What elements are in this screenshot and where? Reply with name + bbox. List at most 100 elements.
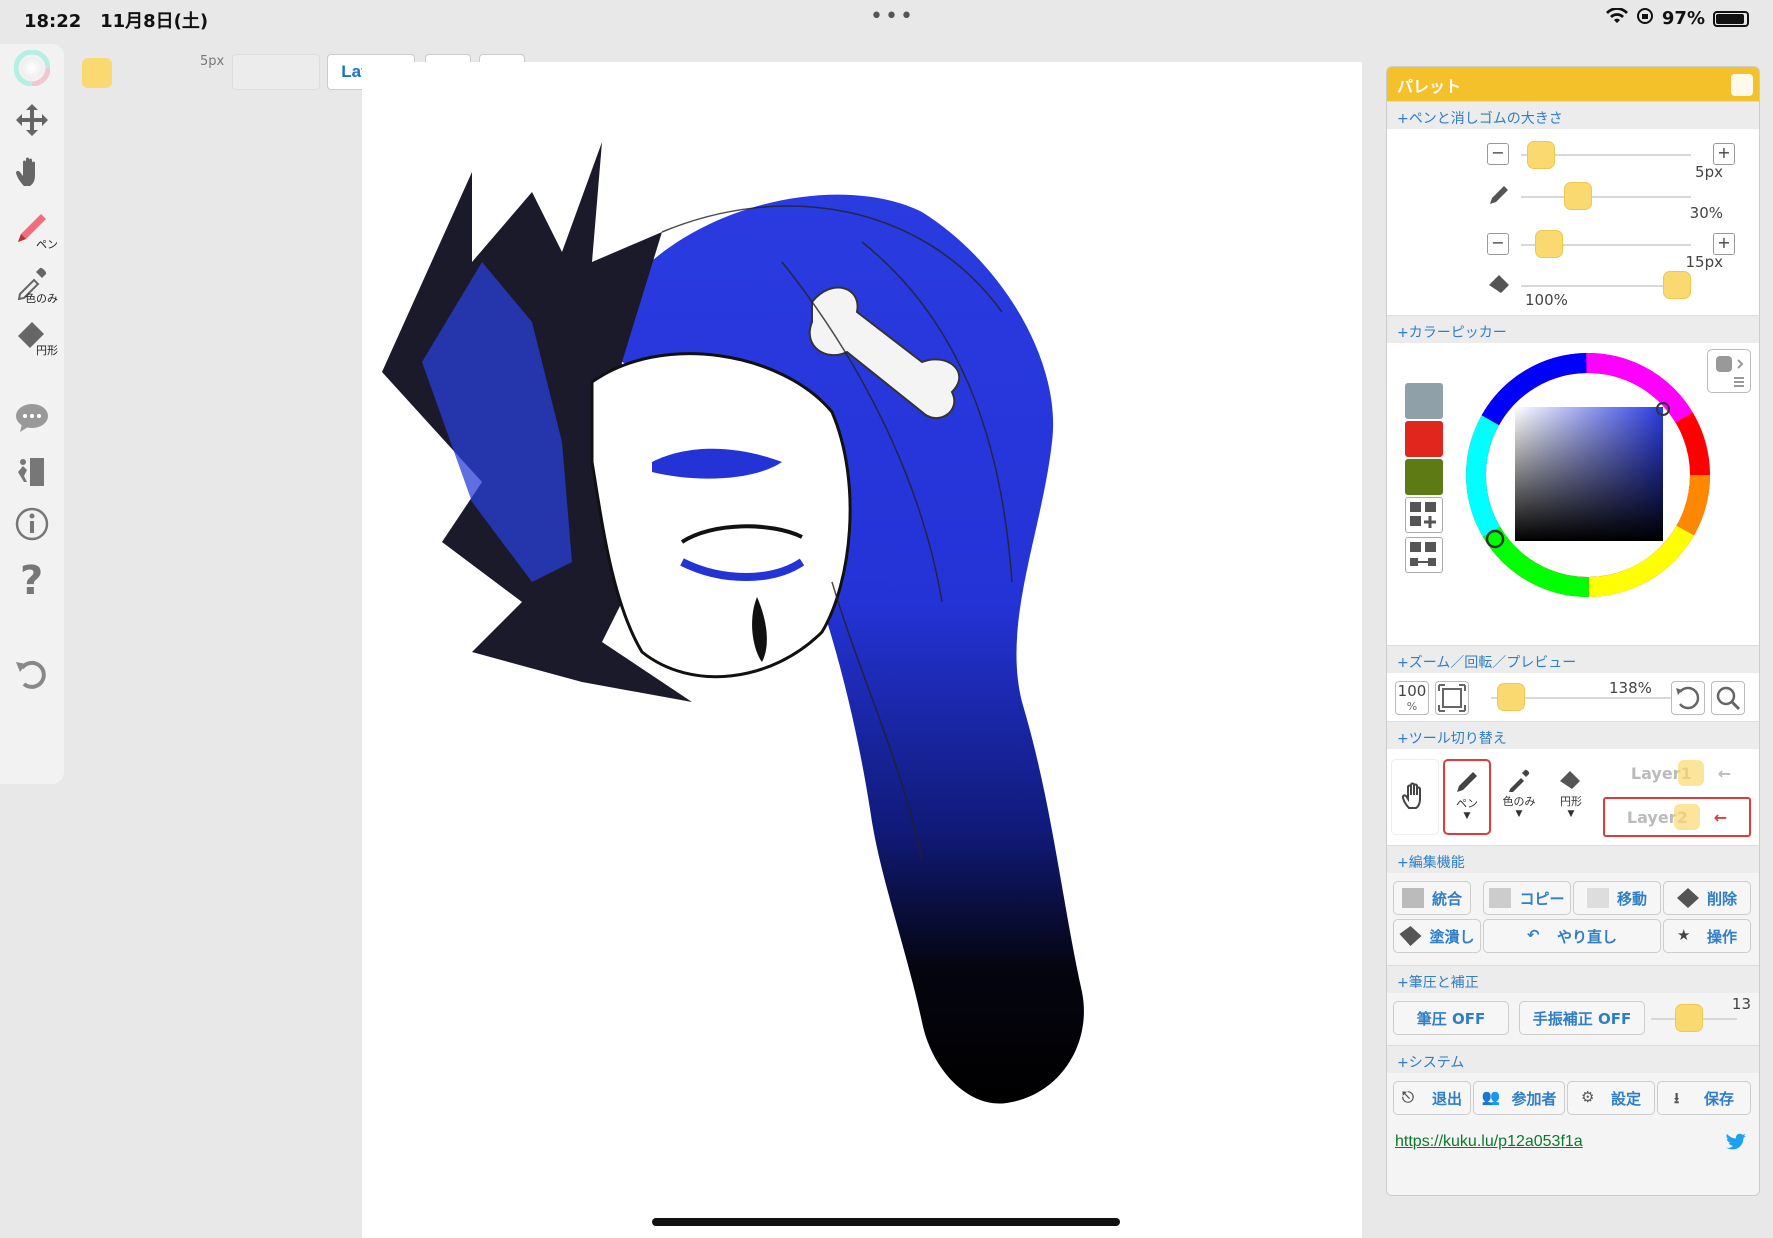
delete-icon	[1676, 888, 1699, 908]
color-swatch-olive[interactable]	[1405, 459, 1443, 495]
undo-arrow-icon: ↶	[1526, 926, 1540, 944]
twitter-icon[interactable]	[1725, 1133, 1747, 1157]
copy-button[interactable]: コピー	[1483, 881, 1571, 915]
section-color-picker[interactable]: +カラーピッカー	[1387, 315, 1759, 343]
exit-icon[interactable]	[6, 448, 58, 496]
settings-button[interactable]: ⚙ 設定	[1567, 1081, 1655, 1115]
redo-button[interactable]: ↶ やり直し	[1483, 919, 1661, 953]
status-time: 18:22 11月8日(土)	[24, 11, 209, 32]
layer-1-row[interactable]: Layer1 ←	[1607, 753, 1755, 793]
color-swatch-gray[interactable]	[1405, 383, 1443, 419]
system-section: ⎋ 退出 👥 参加者 ⚙ 設定 ⭳ 保存 https://kuku.lu/p12a053…	[1387, 1073, 1759, 1195]
status-bar: 18:22 11月8日(土) ••• 97%	[0, 0, 1773, 36]
color-mode-button[interactable]	[1707, 349, 1751, 393]
layer-2-row[interactable]: Layer2 ←	[1603, 797, 1751, 837]
hand-icon	[1401, 782, 1421, 809]
participants-icon: 👥	[1481, 1088, 1501, 1106]
pressure-toggle-button[interactable]: 筆圧 OFF	[1393, 1001, 1509, 1035]
eraser-size-value: 15px	[1685, 253, 1724, 271]
pen-opacity-value: 30%	[1689, 204, 1723, 222]
move-button[interactable]: 移動	[1573, 881, 1661, 915]
help-icon[interactable]: ?	[6, 554, 58, 602]
rotate-reset-button[interactable]	[1671, 681, 1705, 715]
magnifier-icon	[1716, 686, 1741, 711]
tool-eraser-dropdown-icon[interactable]: ▼	[1568, 809, 1575, 819]
info-icon[interactable]	[6, 500, 58, 548]
color-swatch-red[interactable]	[1405, 421, 1443, 457]
pressure-section: 筆圧 OFF 手振補正 OFF 13	[1387, 993, 1759, 1045]
section-pressure[interactable]: +筆圧と補正	[1387, 965, 1759, 993]
eraser-size-slider[interactable]	[1535, 230, 1564, 258]
multitask-dots[interactable]: •••	[870, 4, 915, 29]
tool-eraser-label: 円形	[1560, 795, 1582, 808]
eraser-size-minus-button[interactable]: −	[1487, 233, 1509, 255]
save-button[interactable]: ⭳ 保存	[1657, 1081, 1751, 1115]
edit-section: 統合 コピー 移動 削除 塗潰し ↶ やり直し ★ 操作	[1387, 873, 1759, 965]
arrow-left-icon: ←	[1713, 807, 1728, 827]
move-icon[interactable]	[6, 96, 58, 144]
color-wheel[interactable]	[1461, 343, 1715, 611]
tool-pen[interactable]: ペン ▼	[1443, 759, 1491, 835]
drawing-canvas[interactable]	[362, 62, 1362, 1238]
palette-header: パレット	[1387, 67, 1759, 101]
layer-2-swatch	[1673, 804, 1700, 830]
section-system[interactable]: +システム	[1387, 1045, 1759, 1073]
zoom-section: 100% 138%	[1387, 673, 1759, 721]
tool-pen-label: ペン	[1456, 797, 1478, 810]
dropper-tool[interactable]: 色のみ	[6, 258, 58, 306]
pen-size-minus-button[interactable]: −	[1487, 143, 1509, 165]
layer-1-swatch	[1677, 760, 1704, 786]
stabilize-slider[interactable]	[1675, 1004, 1703, 1032]
pen-size-plus-button[interactable]: +	[1713, 143, 1735, 165]
zoom-reset-button[interactable]: 100%	[1395, 681, 1429, 715]
zoom-reset-unit: %	[1406, 700, 1418, 713]
participants-button[interactable]: 👥 参加者	[1473, 1081, 1565, 1115]
arrow-left-icon: ←	[1717, 763, 1732, 783]
exit-button[interactable]: ⎋ 退出	[1393, 1081, 1471, 1115]
tool-eraser[interactable]: 円形 ▼	[1547, 759, 1595, 835]
chat-icon[interactable]	[6, 394, 58, 442]
color-wheel-icon[interactable]	[6, 44, 58, 92]
section-edit[interactable]: +編集機能	[1387, 845, 1759, 873]
hand-icon[interactable]	[6, 148, 58, 196]
eraser-size-plus-button[interactable]: +	[1713, 233, 1735, 255]
current-color-swatch[interactable]	[82, 58, 112, 88]
rotate-icon	[1676, 686, 1700, 710]
operation-button[interactable]: ★ 操作	[1663, 919, 1751, 953]
pen-tool[interactable]: ペン	[6, 204, 58, 252]
eraser-tool[interactable]: 円形	[6, 310, 58, 358]
palette-title: パレット	[1397, 77, 1462, 96]
pen-opacity-track[interactable]	[1521, 196, 1691, 198]
paint-bucket-icon	[1399, 926, 1422, 946]
pen-opacity-slider[interactable]	[1563, 182, 1592, 210]
brush-preview-box	[232, 54, 320, 90]
room-url-link[interactable]: https://kuku.lu/p12a053f1a	[1395, 1133, 1583, 1151]
add-swatch-button[interactable]	[1405, 497, 1443, 533]
move-layer-icon	[1586, 888, 1609, 908]
home-indicator[interactable]	[652, 1218, 1120, 1226]
delete-button[interactable]: 削除	[1663, 881, 1751, 915]
swap-swatch-button[interactable]	[1405, 537, 1443, 573]
pen-size-slider[interactable]	[1526, 141, 1555, 169]
section-pen-size[interactable]: +ペンと消しゴムの大きさ	[1387, 101, 1759, 129]
fill-button[interactable]: 塗潰し	[1393, 919, 1481, 953]
fit-screen-button[interactable]	[1435, 681, 1469, 715]
zoom-reset-value: 100	[1397, 682, 1427, 700]
tool-pen-dropdown-icon[interactable]: ▼	[1464, 811, 1471, 821]
palette-close-button[interactable]	[1731, 74, 1753, 96]
eraser-opacity-slider[interactable]	[1663, 271, 1691, 299]
section-zoom[interactable]: +ズーム／回転／プレビュー	[1387, 645, 1759, 673]
zoom-slider[interactable]	[1497, 683, 1525, 711]
color-mode-icon	[1716, 356, 1744, 387]
tool-dropper[interactable]: 色のみ ▼	[1495, 759, 1543, 835]
battery-percent: 97%	[1661, 8, 1705, 29]
pen-size-section: − + 5px 30% − + 15px 100%	[1387, 129, 1759, 315]
section-tool-switch[interactable]: +ツール切り替え	[1387, 721, 1759, 749]
preview-button[interactable]	[1711, 681, 1745, 715]
tool-hand[interactable]	[1391, 759, 1439, 835]
eraser-tool-label: 円形	[36, 344, 58, 357]
merge-button[interactable]: 統合	[1393, 881, 1471, 915]
stabilize-toggle-button[interactable]: 手振補正 OFF	[1519, 1001, 1645, 1035]
tool-dropper-dropdown-icon[interactable]: ▼	[1516, 809, 1523, 819]
undo-icon[interactable]	[6, 650, 58, 698]
